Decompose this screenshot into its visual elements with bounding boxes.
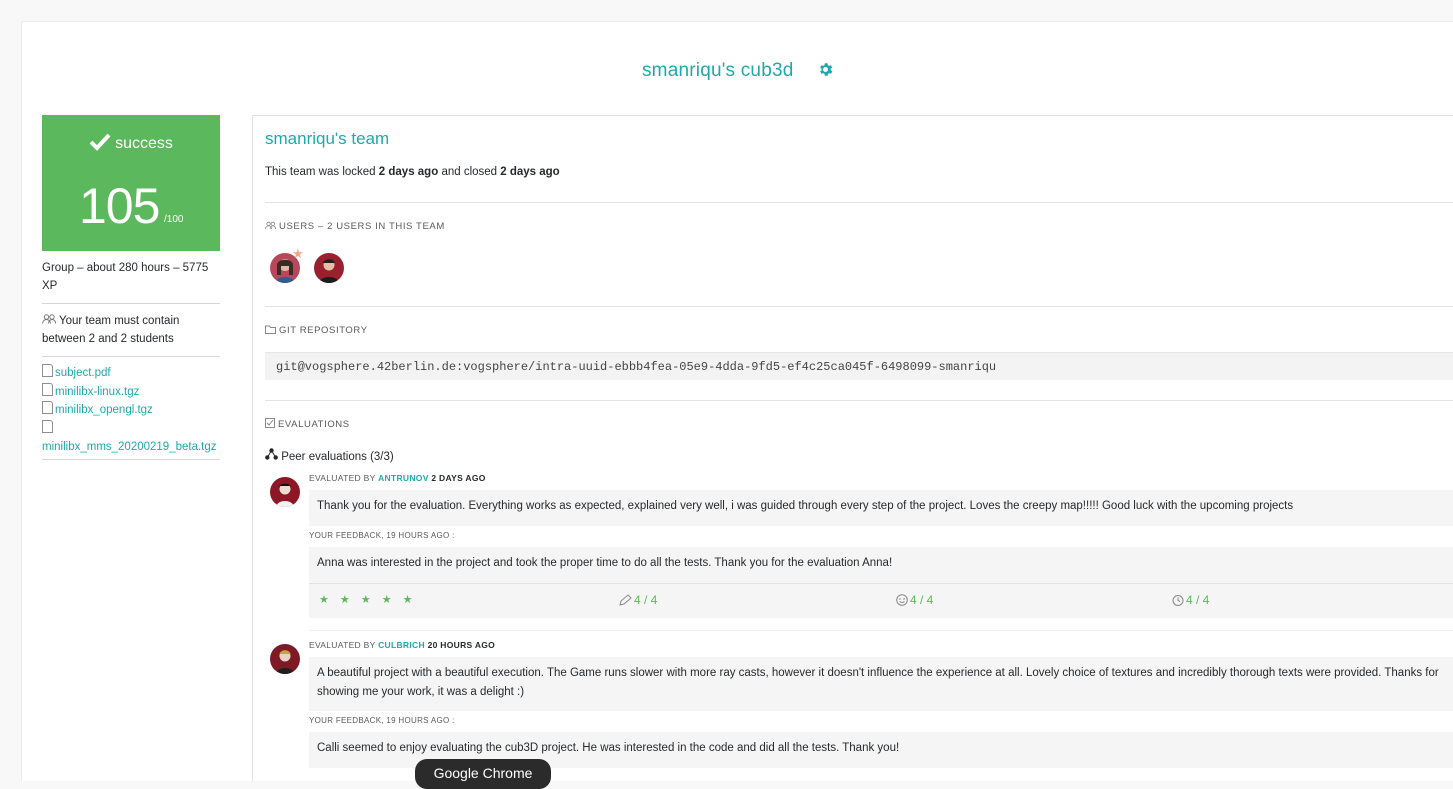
evaluator-avatar[interactable]: [270, 644, 300, 674]
peer-evaluations-label: Peer evaluations (3/3): [281, 451, 394, 463]
evaluations-section-label: EVALUATIONS: [278, 419, 350, 430]
file-label: minilibx_mms_20200219_beta.tgz: [42, 441, 217, 453]
lock-middle: and closed: [441, 166, 498, 178]
feedback-ratings: ★ ★ ★ ★ ★ 4 / 4 4 / 4 4 / 4: [309, 583, 1453, 618]
divider: [309, 630, 1453, 631]
rating-value: 4 / 4: [634, 593, 658, 607]
evaluation-meta: EVALUATED BY ANTRUNOV 2 DAYS AGO: [309, 473, 486, 483]
nice-rating: 4 / 4: [896, 593, 933, 607]
evaluator-link[interactable]: CULBRICH: [378, 640, 425, 650]
tooltip: Google Chrome: [415, 759, 551, 789]
smiley-icon: [896, 594, 908, 606]
gear-icon[interactable]: [817, 61, 834, 84]
project-card: smanriqu's cub3d success 105 /100 Group …: [21, 21, 1453, 782]
team-size-text: Your team must contain between 2 and 2 s…: [42, 315, 180, 345]
lock-prefix: This team was locked: [265, 166, 376, 178]
rating-stars: ★ ★ ★ ★ ★: [319, 594, 417, 606]
git-repository-url[interactable]: git@vogsphere.42berlin.de:vogsphere/intr…: [265, 352, 1453, 380]
divider: [265, 202, 1453, 203]
evaluation-meta: EVALUATED BY CULBRICH 20 HOURS AGO: [309, 640, 495, 650]
final-mark: 105: [79, 178, 160, 234]
page-title: smanriqu's cub3d: [22, 60, 1453, 84]
attachments-list: subject.pdf minilibx-linux.tgz minilibx_…: [42, 364, 220, 457]
network-icon: [265, 448, 278, 460]
status-label: success: [42, 133, 220, 153]
users-section-header: USERS – 2 USERS IN THIS TEAM: [265, 221, 445, 232]
evaluation-comment: A beautiful project with a beautiful exe…: [309, 657, 1453, 711]
evaluated-by-label: EVALUATED BY: [309, 640, 376, 650]
max-mark: /100: [164, 214, 184, 225]
attachment-link[interactable]: subject.pdf: [42, 364, 220, 383]
rating-value: 4 / 4: [910, 593, 934, 607]
file-label: subject.pdf: [55, 367, 111, 379]
avatar[interactable]: [314, 253, 344, 283]
evaluator-avatar[interactable]: [270, 477, 300, 507]
project-title: smanriqu's cub3d: [641, 60, 794, 81]
team-size-info: Your team must contain between 2 and 2 s…: [42, 312, 220, 348]
project-group-info: Group – about 280 hours – 5775 XP: [42, 262, 209, 292]
evaluation-time: 20 HOURS AGO: [427, 640, 496, 650]
rating-value: 4 / 4: [1186, 593, 1210, 607]
feedback-label: YOUR FEEDBACK, 19 HOURS AGO :: [309, 531, 455, 540]
git-section-label: GIT REPOSITORY: [279, 325, 368, 336]
folder-icon: [265, 325, 276, 334]
evaluations-section-header: EVALUATIONS: [265, 418, 350, 430]
checkbox-icon: [265, 418, 275, 428]
users-icon: [42, 314, 57, 324]
attachment-link[interactable]: minilibx-linux.tgz: [42, 382, 220, 402]
feedback-label: YOUR FEEDBACK, 19 HOURS AGO :: [309, 716, 455, 725]
file-icon: [42, 401, 53, 414]
pencil-icon: [619, 594, 632, 606]
team-lock-status: This team was locked 2 days ago and clos…: [265, 166, 560, 178]
closed-time: 2 days ago: [500, 166, 560, 178]
clock-icon: [1172, 595, 1184, 606]
file-label: minilibx-linux.tgz: [55, 385, 140, 398]
status-text: success: [115, 135, 173, 152]
attachment-link[interactable]: minilibx_opengl.tgz: [42, 401, 220, 420]
punctuality-rating: 4 / 4: [1172, 593, 1209, 607]
star-icon: ★: [292, 246, 304, 261]
divider: [42, 303, 220, 304]
interest-rating: 4 / 4: [619, 593, 657, 607]
divider: [42, 459, 220, 460]
checkmark-icon: [89, 133, 111, 151]
file-icon: [42, 419, 53, 433]
file-label: minilibx_opengl.tgz: [55, 404, 153, 416]
evaluated-by-label: EVALUATED BY: [309, 473, 376, 483]
team-panel: smanriqu's team This team was locked 2 d…: [252, 115, 1453, 782]
file-icon: [42, 364, 53, 377]
git-section-header: GIT REPOSITORY: [265, 325, 368, 336]
score-box: success 105 /100: [42, 115, 220, 251]
team-title[interactable]: smanriqu's team: [265, 129, 389, 149]
divider: [265, 306, 1453, 307]
feedback-comment: Anna was interested in the project and t…: [309, 547, 1453, 583]
peer-evaluations-header: Peer evaluations (3/3): [265, 448, 394, 463]
evaluation-time: 2 DAYS AGO: [431, 473, 486, 483]
locked-time: 2 days ago: [378, 166, 439, 178]
evaluation-comment: Thank you for the evaluation. Everything…: [309, 490, 1453, 526]
users-icon: [265, 221, 277, 230]
evaluator-link[interactable]: ANTRUNOV: [378, 473, 429, 483]
users-section-label: USERS – 2 USERS IN THIS TEAM: [279, 221, 445, 232]
divider: [265, 400, 1453, 401]
attachment-link[interactable]: minilibx_mms_20200219_beta.tgz: [42, 419, 220, 457]
divider: [42, 356, 220, 357]
file-icon: [42, 382, 53, 396]
